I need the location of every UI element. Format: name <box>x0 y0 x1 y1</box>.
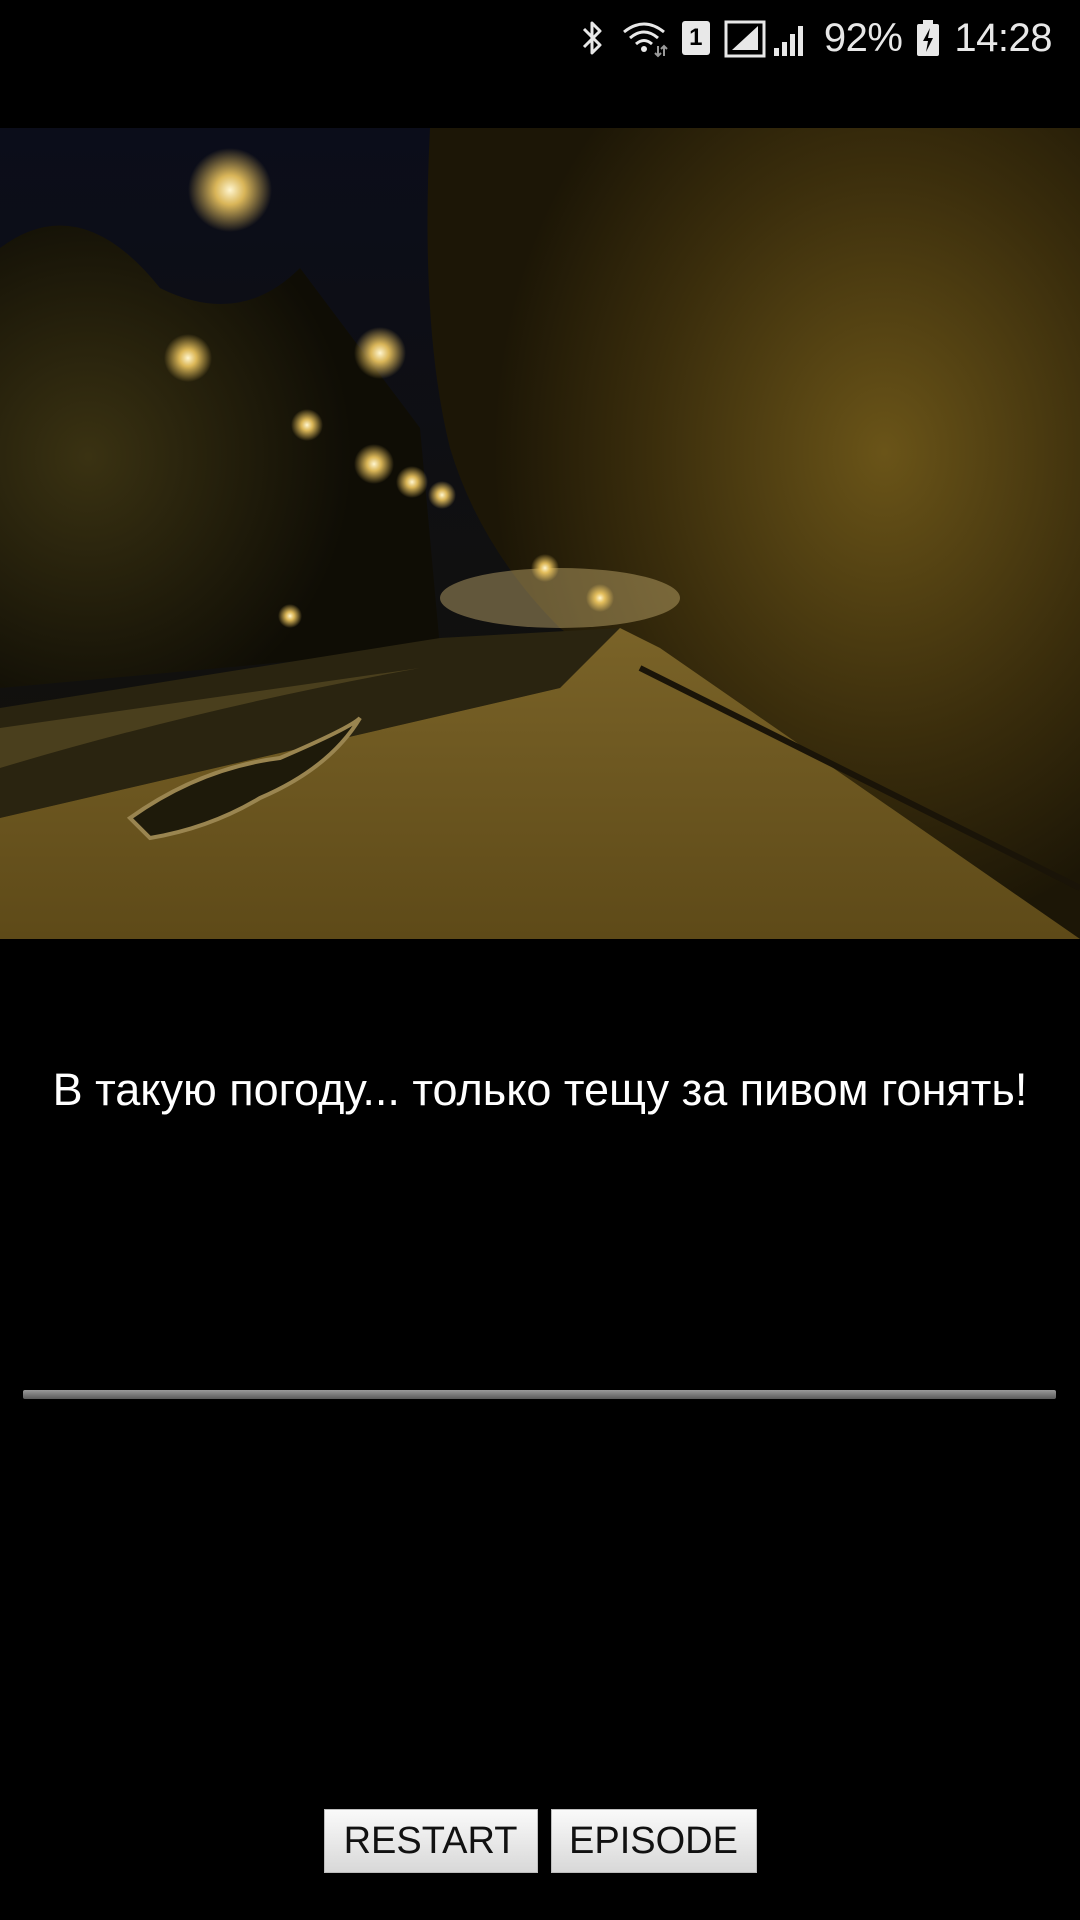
signal-icon <box>724 18 810 58</box>
battery-charging-icon <box>916 18 940 58</box>
clock: 14:28 <box>954 15 1052 60</box>
progress-bar <box>23 1390 1056 1399</box>
status-bar: 1 92% 14:28 <box>0 0 1080 76</box>
dialogue-text: В такую погоду... только тещу за пивом г… <box>52 1064 1028 1115</box>
episode-button[interactable]: EPISODE <box>550 1809 757 1873</box>
bluetooth-icon <box>580 18 606 58</box>
scene-image <box>0 128 1080 939</box>
wifi-icon <box>620 18 668 58</box>
night-street-scene <box>0 128 1080 939</box>
restart-button[interactable]: RESTART <box>323 1809 538 1873</box>
button-row: RESTART EPISODE <box>0 1809 1080 1873</box>
battery-percent: 92% <box>823 15 903 60</box>
sim-badge: 1 <box>681 21 710 55</box>
